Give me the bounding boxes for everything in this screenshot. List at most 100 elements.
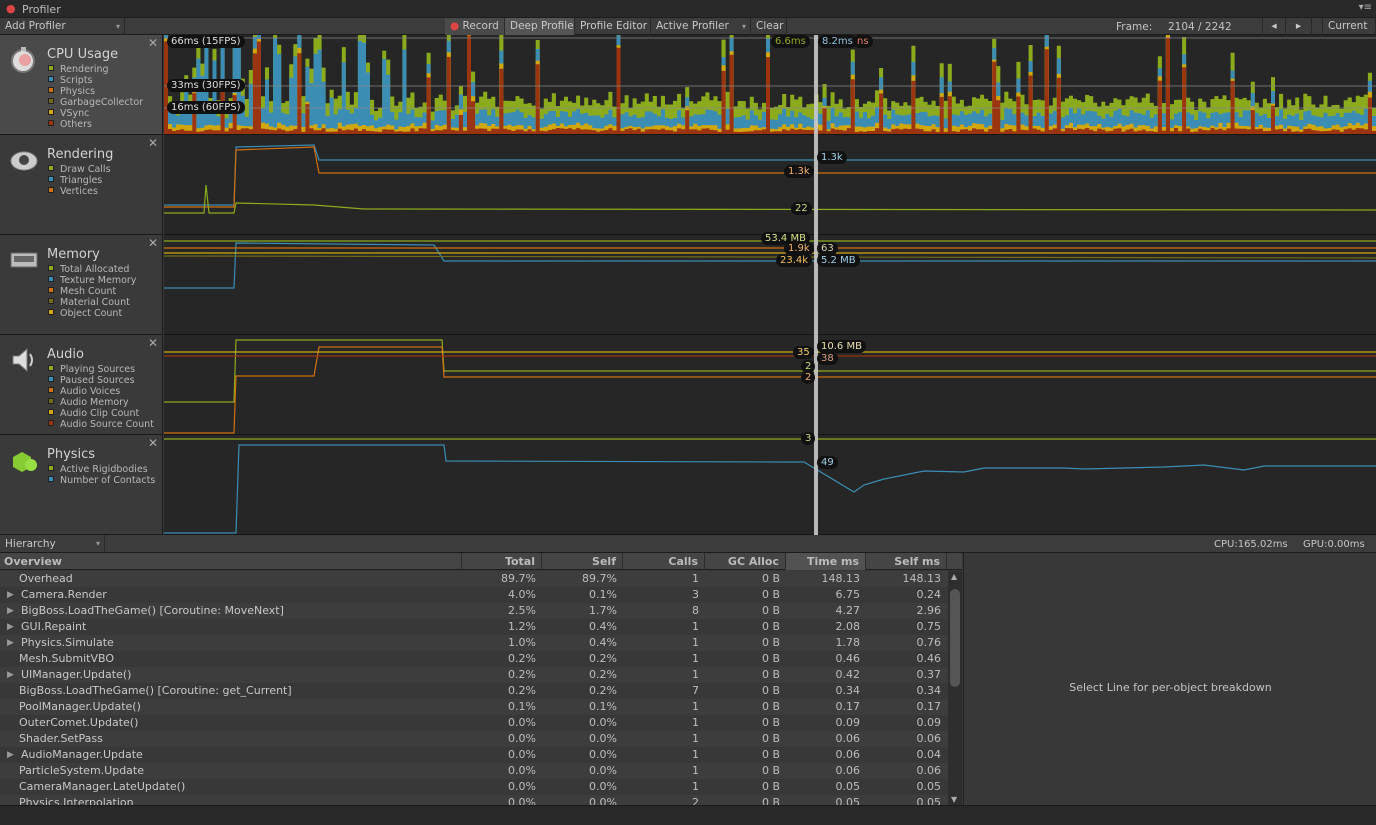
deep-profile-toggle[interactable]: Deep Profile bbox=[505, 18, 575, 35]
legend-item[interactable]: GarbageCollector bbox=[48, 97, 143, 108]
close-module-icon[interactable]: ✕ bbox=[148, 236, 158, 250]
graph-rendering-canvas bbox=[164, 144, 1376, 214]
table-row[interactable]: ▶ AudioManager.Update 0.0% 0.0% 1 0 B 0.06 0.… bbox=[0, 747, 948, 763]
column-time-ms[interactable]: Time ms bbox=[786, 553, 866, 570]
legend-label: Number of Contacts bbox=[60, 475, 156, 486]
previous-frame-button[interactable]: ◂ bbox=[1262, 18, 1286, 35]
table-row[interactable]: ▶ GUI.Repaint 1.2% 0.4% 1 0 B 2.08 0.75 bbox=[0, 619, 948, 635]
column-calls[interactable]: Calls bbox=[623, 553, 705, 570]
table-row[interactable]: Physics.Interpolation 0.0% 0.0% 2 0 B 0.05 0.… bbox=[0, 795, 948, 805]
table-row[interactable]: ▶ Camera.Render 4.0% 0.1% 3 0 B 6.75 0.24 bbox=[0, 587, 948, 603]
legend-item[interactable]: Draw Calls bbox=[48, 164, 111, 175]
frame-label: Frame: bbox=[1116, 21, 1153, 33]
next-frame-button[interactable]: ▸ bbox=[1286, 18, 1312, 35]
legend-item[interactable]: Vertices bbox=[48, 186, 111, 197]
expand-arrow-icon[interactable]: ▶ bbox=[7, 603, 14, 619]
column-self-ms[interactable]: Self ms bbox=[866, 553, 947, 570]
record-button[interactable]: ● Record bbox=[445, 18, 505, 35]
column-overview[interactable]: Overview bbox=[0, 553, 462, 570]
table-row[interactable]: OuterComet.Update() 0.0% 0.0% 1 0 B 0.09 0.09 bbox=[0, 715, 948, 731]
legend-swatch bbox=[48, 287, 54, 293]
legend-item[interactable]: Scripts bbox=[48, 75, 143, 86]
legend-item[interactable]: Mesh Count bbox=[48, 286, 136, 297]
close-module-icon[interactable]: ✕ bbox=[148, 136, 158, 150]
legend-item[interactable]: Texture Memory bbox=[48, 275, 136, 286]
window-title[interactable]: Profiler bbox=[22, 3, 61, 16]
legend-item[interactable]: Rendering bbox=[48, 64, 143, 75]
legend-item[interactable]: Material Count bbox=[48, 297, 136, 308]
graph-cpu[interactable] bbox=[164, 35, 1376, 135]
legend-swatch bbox=[48, 65, 54, 71]
legend-item[interactable]: Audio Memory bbox=[48, 397, 154, 408]
legend-item[interactable]: Total Allocated bbox=[48, 264, 136, 275]
expand-arrow-icon[interactable]: ▶ bbox=[7, 619, 14, 635]
close-module-icon[interactable]: ✕ bbox=[148, 36, 158, 50]
current-frame-button[interactable]: Current bbox=[1322, 18, 1376, 35]
close-module-icon[interactable]: ✕ bbox=[148, 336, 158, 350]
graph-audio[interactable] bbox=[164, 335, 1376, 435]
cpu-value-label: 33ms (30FPS) bbox=[167, 79, 245, 92]
view-mode-dropdown[interactable]: Hierarchy bbox=[0, 535, 105, 553]
table-row[interactable]: ▶ UIManager.Update() 0.2% 0.2% 1 0 B 0.42 0.3… bbox=[0, 667, 948, 683]
scrollbar-thumb[interactable] bbox=[950, 589, 960, 687]
close-module-icon[interactable]: ✕ bbox=[148, 436, 158, 450]
table-row[interactable]: Shader.SetPass 0.0% 0.0% 1 0 B 0.06 0.06 bbox=[0, 731, 948, 747]
module-title: CPU Usage bbox=[47, 47, 119, 62]
window-title-bar: ● Profiler ▾≡ bbox=[0, 0, 1376, 18]
column-self[interactable]: Self bbox=[542, 553, 623, 570]
function-name: AudioManager.Update bbox=[21, 748, 143, 761]
module-memory[interactable]: Memory Total Allocated Texture Memory Mesh… bbox=[0, 235, 163, 335]
table-row[interactable]: BigBoss.LoadTheGame() [Coroutine: get_Cu… bbox=[0, 683, 948, 699]
legend-item[interactable]: Physics bbox=[48, 86, 143, 97]
legend-item[interactable]: Playing Sources bbox=[48, 364, 154, 375]
table-row[interactable]: ParticleSystem.Update 0.0% 0.0% 1 0 B 0.06 0.… bbox=[0, 763, 948, 779]
cell-gc: 0 B bbox=[761, 684, 780, 697]
graph-physics[interactable] bbox=[164, 435, 1376, 535]
expand-arrow-icon[interactable]: ▶ bbox=[7, 747, 14, 763]
legend-item[interactable]: Audio Voices bbox=[48, 386, 154, 397]
graph-rendering[interactable] bbox=[164, 135, 1376, 235]
expand-arrow-icon[interactable]: ▶ bbox=[7, 635, 14, 651]
legend-label: Others bbox=[60, 119, 92, 130]
table-row[interactable]: ▶ BigBoss.LoadTheGame() [Coroutine: Move… bbox=[0, 603, 948, 619]
legend-item[interactable]: Triangles bbox=[48, 175, 111, 186]
module-cpu[interactable]: CPU Usage Rendering Scripts Physics Garbage… bbox=[0, 35, 163, 135]
rendering-value-label: 22 bbox=[791, 202, 812, 215]
expand-arrow-icon[interactable]: ▶ bbox=[7, 587, 14, 603]
column-gc-alloc[interactable]: GC Alloc bbox=[705, 553, 786, 570]
module-physics[interactable]: Physics Active Rigidbodies Number of Cont… bbox=[0, 435, 163, 535]
column-total[interactable]: Total bbox=[462, 553, 542, 570]
module-title: Physics bbox=[47, 447, 96, 462]
legend-item[interactable]: Audio Clip Count bbox=[48, 408, 154, 419]
legend-item[interactable]: Others bbox=[48, 119, 143, 130]
table-row[interactable]: ▶ Physics.Simulate 1.0% 0.4% 1 0 B 1.78 0.76 bbox=[0, 635, 948, 651]
graph-memory[interactable] bbox=[164, 235, 1376, 335]
scroll-down-icon[interactable]: ▼ bbox=[951, 795, 957, 804]
table-row[interactable]: PoolManager.Update() 0.1% 0.1% 1 0 B 0.17 0.1… bbox=[0, 699, 948, 715]
legend-swatch bbox=[48, 365, 54, 371]
profile-editor-toggle[interactable]: Profile Editor bbox=[575, 18, 651, 35]
active-profiler-dropdown[interactable]: Active Profiler bbox=[651, 18, 751, 35]
legend-item[interactable]: Object Count bbox=[48, 308, 136, 319]
legend-item[interactable]: Audio Source Count bbox=[48, 419, 154, 430]
legend-item[interactable]: VSync bbox=[48, 108, 143, 119]
hierarchy-scrollbar[interactable]: ▲ ▼ bbox=[948, 571, 962, 805]
expand-arrow-icon[interactable]: ▶ bbox=[7, 667, 14, 683]
add-profiler-dropdown[interactable]: Add Profiler bbox=[0, 18, 125, 35]
legend-item[interactable]: Number of Contacts bbox=[48, 475, 155, 486]
arrow-left-icon: ◂ bbox=[1271, 20, 1277, 32]
table-row[interactable]: Overhead 89.7% 89.7% 1 0 B 148.13 148.13 bbox=[0, 571, 948, 587]
table-row[interactable]: CameraManager.LateUpdate() 0.0% 0.0% 1 0 B 0… bbox=[0, 779, 948, 795]
cell-calls: 1 bbox=[692, 572, 699, 585]
legend-item[interactable]: Active Rigidbodies bbox=[48, 464, 155, 475]
module-audio[interactable]: Audio Playing Sources Paused Sources Audio… bbox=[0, 335, 163, 435]
legend-swatch bbox=[48, 109, 54, 115]
cell-calls: 1 bbox=[692, 716, 699, 729]
cell-gc: 0 B bbox=[761, 604, 780, 617]
table-row[interactable]: Mesh.SubmitVBO 0.2% 0.2% 1 0 B 0.46 0.46 bbox=[0, 651, 948, 667]
scroll-up-icon[interactable]: ▲ bbox=[951, 572, 957, 581]
module-rendering[interactable]: Rendering Draw Calls Triangles Vertices ✕ bbox=[0, 135, 163, 235]
window-menu-icon[interactable]: ▾≡ bbox=[1359, 2, 1372, 13]
legend-item[interactable]: Paused Sources bbox=[48, 375, 154, 386]
clear-button[interactable]: Clear bbox=[751, 18, 787, 35]
